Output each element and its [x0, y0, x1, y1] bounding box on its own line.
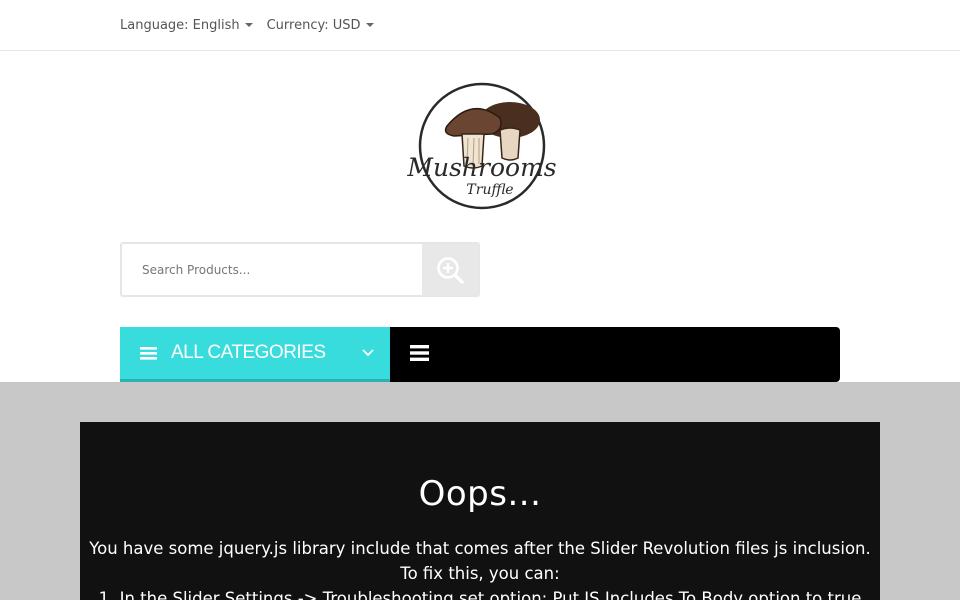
currency-label: Currency: USD: [266, 17, 361, 33]
error-title: Oops...: [418, 474, 542, 514]
top-bar: Language: English Currency: USD: [0, 0, 960, 51]
currency-dropdown[interactable]: Currency: USD: [267, 18, 374, 33]
slider-error-panel: Oops... You have some jquery.js library …: [80, 422, 880, 600]
search-input[interactable]: [122, 244, 422, 295]
language-dropdown[interactable]: Language: English: [120, 18, 253, 33]
search-form: [120, 242, 480, 297]
language-label: Language: English: [120, 17, 240, 33]
caret-down-icon: [244, 23, 253, 27]
menu-bar: [390, 327, 840, 382]
top-bar-inner: Language: English Currency: USD: [120, 0, 388, 50]
store-logo[interactable]: Mushrooms Truffle: [402, 78, 558, 212]
list-icon: [140, 347, 157, 360]
error-line: To fix this, you can:: [400, 564, 560, 583]
error-line: 1. In the Slider Settings -> Troubleshoo…: [98, 589, 862, 600]
logo-text-main: Mushrooms: [406, 153, 556, 182]
mushroom-logo-icon: Mushrooms Truffle: [406, 82, 557, 210]
hamburger-menu-icon[interactable]: [410, 345, 429, 361]
error-message: You have some jquery.js library include …: [80, 536, 880, 600]
search-plus-icon: [437, 256, 464, 284]
main-nav: ALL CATEGORIES: [120, 327, 840, 382]
caret-down-icon: [365, 23, 374, 27]
all-categories-toggle[interactable]: ALL CATEGORIES: [120, 327, 390, 382]
search-button[interactable]: [422, 244, 478, 295]
chevron-down-icon: [362, 349, 374, 357]
all-categories-label: ALL CATEGORIES: [171, 342, 326, 363]
error-line: You have some jquery.js library include …: [89, 539, 871, 558]
slider-area: Oops... You have some jquery.js library …: [0, 382, 960, 600]
logo-text-sub: Truffle: [466, 182, 513, 198]
